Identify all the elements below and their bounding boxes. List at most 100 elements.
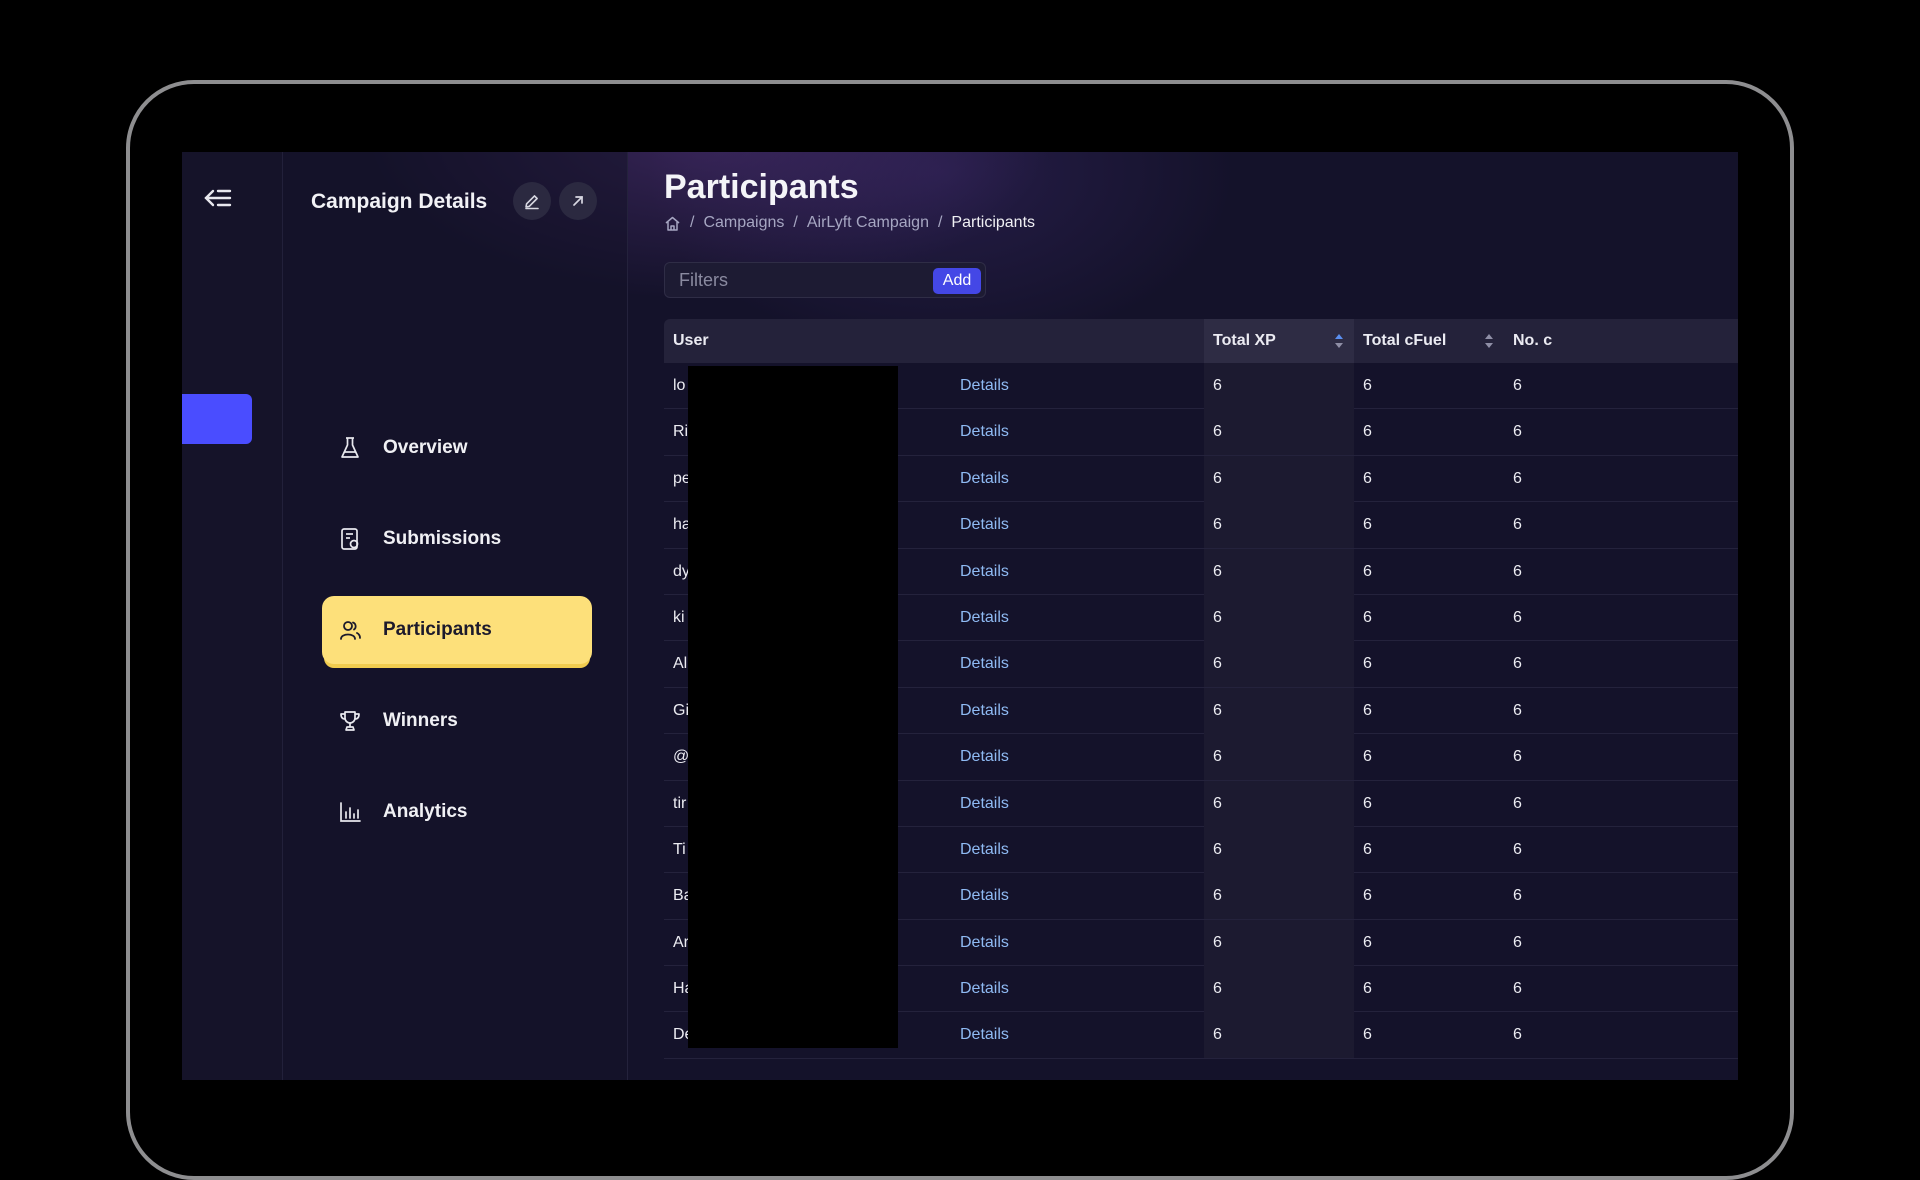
sidebar-item-overview[interactable]: Overview <box>322 414 592 482</box>
total-cfuel-cell: 6 <box>1363 794 1372 812</box>
details-link[interactable]: Details <box>960 966 1009 1012</box>
sort-icon[interactable] <box>1484 332 1494 350</box>
total-xp-cell: 6 <box>1204 734 1354 781</box>
sidebar-item-winners[interactable]: Winners <box>322 687 592 755</box>
total-cfuel-cell: 6 <box>1363 887 1372 905</box>
left-rail <box>182 152 283 1080</box>
breadcrumb-current: Participants <box>951 214 1036 231</box>
user-name: lo <box>673 377 686 394</box>
count-cell: 6 <box>1513 980 1522 998</box>
total-cfuel-cell: 6 <box>1363 469 1372 487</box>
total-cfuel-cell: 6 <box>1363 980 1372 998</box>
page-title: Participants <box>664 168 859 206</box>
details-link[interactable]: Details <box>960 873 1009 919</box>
total-xp-cell: 6 <box>1204 641 1354 688</box>
count-cell: 6 <box>1513 377 1522 394</box>
campaign-sidebar: Campaign Details Overview Submissions Pa… <box>283 152 628 1080</box>
document-badge-icon <box>337 526 363 552</box>
breadcrumb-separator: / <box>793 214 798 231</box>
sidebar-item-label: Winners <box>383 710 458 731</box>
total-xp-cell: 6 <box>1204 873 1354 920</box>
total-xp-cell: 6 <box>1204 966 1354 1013</box>
count-cell: 6 <box>1513 469 1522 487</box>
details-link[interactable]: Details <box>960 688 1009 734</box>
add-filter-button[interactable]: Add <box>933 268 981 294</box>
count-cell: 6 <box>1513 701 1522 719</box>
total-xp-cell: 6 <box>1204 594 1354 641</box>
user-name: Ri <box>673 423 689 441</box>
sidebar-item-submissions[interactable]: Submissions <box>322 505 592 573</box>
details-link[interactable]: Details <box>960 920 1009 966</box>
details-link[interactable]: Details <box>960 363 1009 409</box>
sidebar-item-analytics[interactable]: Analytics <box>322 778 592 846</box>
details-link[interactable]: Details <box>960 409 1009 455</box>
count-cell: 6 <box>1513 794 1522 812</box>
total-cfuel-cell: 6 <box>1363 840 1372 858</box>
total-cfuel-cell: 6 <box>1363 655 1372 673</box>
open-external-button[interactable] <box>559 182 597 220</box>
count-cell: 6 <box>1513 887 1522 905</box>
user-name: Gi <box>673 701 689 719</box>
details-link[interactable]: Details <box>960 827 1009 873</box>
count-cell: 6 <box>1513 933 1522 951</box>
details-link[interactable]: Details <box>960 1012 1009 1058</box>
details-link[interactable]: Details <box>960 595 1009 641</box>
column-total-xp[interactable]: Total XP <box>1204 319 1354 363</box>
breadcrumb-separator: / <box>690 214 695 231</box>
column-label: Total XP <box>1213 332 1276 349</box>
table-header: User Total XP Total cFuel No. c <box>664 319 1738 363</box>
column-user: User <box>673 332 709 349</box>
total-cfuel-cell: 6 <box>1363 377 1372 394</box>
breadcrumb-separator: / <box>937 214 943 231</box>
column-total-cfuel[interactable]: Total cFuel <box>1354 319 1504 363</box>
count-cell: 6 <box>1513 655 1522 673</box>
details-link[interactable]: Details <box>960 781 1009 827</box>
total-xp-cell: 6 <box>1204 780 1354 827</box>
filter-bar: Add <box>664 262 986 298</box>
app-screen: Campaign Details Overview Submissions Pa… <box>182 152 1738 1080</box>
count-cell: 6 <box>1513 423 1522 441</box>
column-count: No. c <box>1513 332 1553 349</box>
total-xp-cell: 6 <box>1204 502 1354 549</box>
back-arrow-icon[interactable] <box>202 182 234 214</box>
filter-input[interactable] <box>679 268 919 292</box>
user-name: Al <box>673 655 688 673</box>
total-xp-cell: 6 <box>1204 1012 1354 1059</box>
user-name: Ar <box>673 933 689 951</box>
sidebar-item-label: Submissions <box>383 528 502 549</box>
sidebar-title: Campaign Details <box>311 190 488 213</box>
details-link[interactable]: Details <box>960 641 1009 687</box>
details-link[interactable]: Details <box>960 502 1009 548</box>
total-cfuel-cell: 6 <box>1363 1026 1372 1044</box>
details-link[interactable]: Details <box>960 734 1009 780</box>
pencil-icon <box>525 195 539 210</box>
flask-icon <box>337 435 363 461</box>
count-cell: 6 <box>1513 516 1522 534</box>
details-link[interactable]: Details <box>960 456 1009 502</box>
total-cfuel-cell: 6 <box>1363 516 1372 534</box>
rail-active-tab[interactable] <box>182 394 252 444</box>
total-xp-cell: 6 <box>1204 919 1354 966</box>
count-cell: 6 <box>1513 608 1522 626</box>
sidebar-item-participants[interactable]: Participants <box>322 596 592 664</box>
total-xp-cell: 6 <box>1204 826 1354 873</box>
user-name: @ <box>673 748 690 766</box>
total-cfuel-cell: 6 <box>1363 933 1372 951</box>
total-xp-cell: 6 <box>1204 548 1354 595</box>
total-cfuel-cell: 6 <box>1363 423 1372 441</box>
sort-icon[interactable] <box>1334 332 1344 350</box>
breadcrumb-campaigns[interactable]: Campaigns <box>703 214 784 232</box>
users-icon <box>337 617 363 643</box>
sidebar-item-label: Analytics <box>383 801 468 822</box>
count-cell: 6 <box>1513 840 1522 858</box>
details-link[interactable]: Details <box>960 549 1009 595</box>
column-label: Total cFuel <box>1363 332 1447 349</box>
trophy-icon <box>337 708 363 734</box>
bar-chart-icon <box>337 799 363 825</box>
total-cfuel-cell: 6 <box>1363 562 1372 580</box>
total-xp-cell: 6 <box>1204 455 1354 502</box>
edit-button[interactable] <box>513 182 551 220</box>
breadcrumb-campaign[interactable]: AirLyft Campaign <box>807 214 929 232</box>
home-icon[interactable] <box>664 215 681 232</box>
total-cfuel-cell: 6 <box>1363 608 1372 626</box>
